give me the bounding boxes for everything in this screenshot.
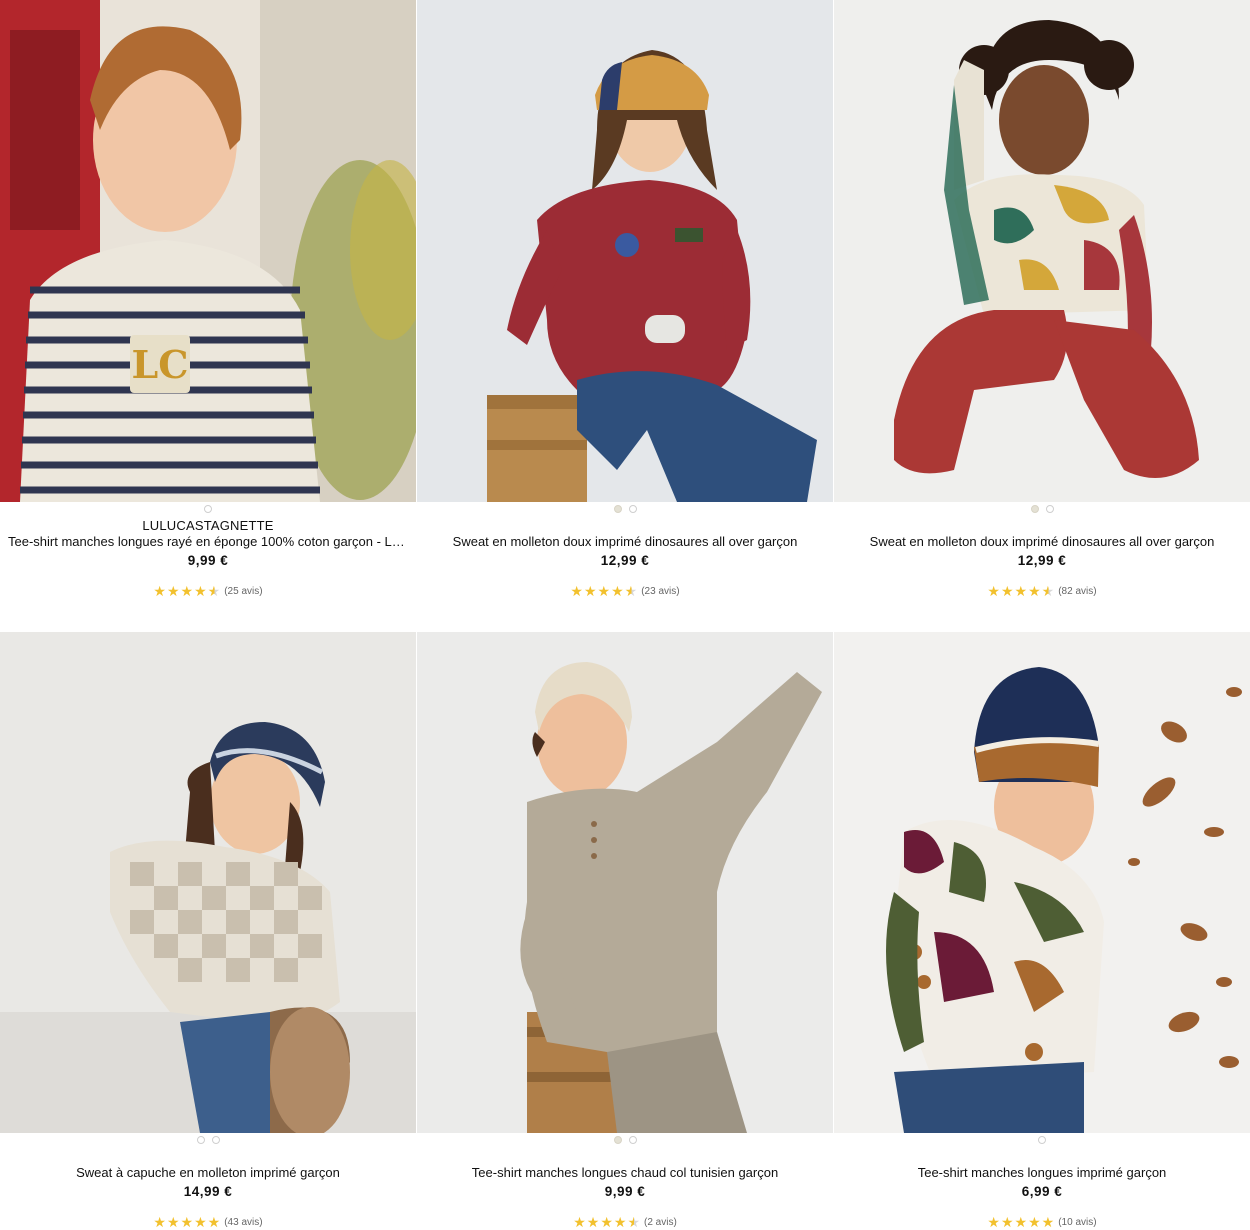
star-icon: ★: [166, 583, 180, 599]
product-price: 12,99 €: [600, 553, 650, 568]
image-carousel-dots[interactable]: [417, 505, 833, 513]
product-image[interactable]: [417, 0, 833, 502]
product-price: 14,99 €: [183, 1184, 233, 1199]
product-rating: ★ ★ ★ ★ ★ (25 avis): [0, 584, 416, 598]
product-title[interactable]: Tee-shirt manches longues chaud col tuni…: [425, 1165, 825, 1180]
star-icon: ★: [611, 583, 624, 599]
star-icon: ★: [987, 583, 1000, 599]
review-count[interactable]: (2 avis): [644, 1217, 677, 1228]
product-card[interactable]: Tee-shirt manches longues chaud col tuni…: [417, 632, 833, 1230]
product-card[interactable]: Sweat en molleton doux imprimé dinosaure…: [834, 0, 1250, 631]
half-star-icon: ★: [207, 583, 221, 599]
carousel-dot[interactable]: [628, 1136, 637, 1144]
star-icon: ★: [1014, 583, 1028, 599]
rating-stars: ★ ★ ★ ★ ★: [987, 1215, 1054, 1229]
star-icon: ★: [987, 1214, 1000, 1230]
carousel-dot[interactable]: [628, 505, 637, 513]
star-icon: ★: [1000, 583, 1014, 599]
product-card[interactable]: Sweat en molleton doux imprimé dinosaure…: [417, 0, 833, 631]
star-icon: ★: [573, 1214, 586, 1230]
review-count[interactable]: (25 avis): [224, 586, 262, 597]
rating-stars: ★ ★ ★ ★ ★: [573, 1215, 640, 1229]
star-icon: ★: [1028, 583, 1041, 599]
product-image[interactable]: [417, 632, 833, 1133]
product-rating: ★ ★ ★ ★ ★ (10 avis): [834, 1215, 1250, 1229]
review-count[interactable]: (43 avis): [224, 1217, 262, 1228]
carousel-dot[interactable]: [204, 505, 212, 513]
svg-text:LC: LC: [132, 342, 189, 387]
product-card[interactable]: Tee-shirt manches longues imprimé garçon…: [834, 632, 1250, 1230]
product-rating: ★ ★ ★ ★ ★ (82 avis): [834, 584, 1250, 598]
star-icon: ★: [583, 583, 597, 599]
star-icon: ★: [570, 583, 583, 599]
product-rating: ★ ★ ★ ★ ★ (2 avis): [417, 1215, 833, 1229]
image-carousel-dots[interactable]: [417, 1136, 833, 1144]
rating-stars: ★ ★ ★ ★ ★: [570, 584, 637, 598]
carousel-dot[interactable]: [1030, 505, 1039, 513]
product-price: 6,99 €: [1021, 1184, 1063, 1199]
product-grid: LC LULUCASTAGNETTE Tee-shirt manches lon…: [0, 0, 1250, 1230]
star-icon: ★: [613, 1214, 627, 1230]
star-icon: ★: [1000, 1214, 1014, 1230]
product-image[interactable]: [834, 632, 1250, 1133]
product-title[interactable]: Sweat en molleton doux imprimé dinosaure…: [842, 534, 1242, 549]
star-icon: ★: [194, 1214, 207, 1230]
star-icon: ★: [153, 583, 166, 599]
product-card[interactable]: Sweat à capuche en molleton imprimé garç…: [0, 632, 416, 1230]
star-icon: ★: [600, 1214, 613, 1230]
star-icon: ★: [153, 1214, 166, 1230]
product-rating: ★ ★ ★ ★ ★ (23 avis): [417, 584, 833, 598]
star-icon: ★: [194, 583, 207, 599]
rating-stars: ★ ★ ★ ★ ★: [987, 584, 1054, 598]
product-title[interactable]: Sweat en molleton doux imprimé dinosaure…: [425, 534, 825, 549]
carousel-dot[interactable]: [1038, 1136, 1046, 1144]
product-rating: ★ ★ ★ ★ ★ (43 avis): [0, 1215, 416, 1229]
star-icon: ★: [586, 1214, 600, 1230]
review-count[interactable]: (82 avis): [1058, 586, 1096, 597]
carousel-dot[interactable]: [613, 1136, 622, 1144]
star-icon: ★: [180, 1214, 194, 1230]
product-title[interactable]: Sweat à capuche en molleton imprimé garç…: [8, 1165, 408, 1180]
review-count[interactable]: (10 avis): [1058, 1217, 1096, 1228]
review-count[interactable]: (23 avis): [641, 586, 679, 597]
rating-stars: ★ ★ ★ ★ ★: [153, 1215, 220, 1229]
product-price: 9,99 €: [187, 553, 229, 568]
carousel-dot[interactable]: [613, 505, 622, 513]
carousel-dot[interactable]: [1045, 505, 1054, 513]
star-icon: ★: [180, 583, 194, 599]
carousel-dot[interactable]: [196, 1136, 205, 1144]
product-card[interactable]: LC LULUCASTAGNETTE Tee-shirt manches lon…: [0, 0, 416, 631]
image-carousel-dots[interactable]: [0, 505, 416, 513]
star-icon: ★: [1014, 1214, 1028, 1230]
star-icon: ★: [1041, 1214, 1055, 1230]
carousel-dot[interactable]: [211, 1136, 220, 1144]
product-title[interactable]: Tee-shirt manches longues imprimé garçon: [842, 1165, 1242, 1180]
half-star-icon: ★: [1041, 583, 1055, 599]
product-price: 12,99 €: [1017, 553, 1067, 568]
image-carousel-dots[interactable]: [834, 1136, 1250, 1144]
rating-stars: ★ ★ ★ ★ ★: [153, 584, 220, 598]
product-image[interactable]: [0, 632, 416, 1133]
product-brand: LULUCASTAGNETTE: [142, 518, 274, 533]
half-star-icon: ★: [627, 1214, 640, 1230]
star-icon: ★: [166, 1214, 180, 1230]
image-carousel-dots[interactable]: [834, 505, 1250, 513]
star-icon: ★: [207, 1214, 221, 1230]
image-carousel-dots[interactable]: [0, 1136, 416, 1144]
product-price: 9,99 €: [604, 1184, 646, 1199]
product-title[interactable]: Tee-shirt manches longues rayé en éponge…: [8, 534, 408, 549]
product-image[interactable]: LC: [0, 0, 416, 502]
star-icon: ★: [597, 583, 611, 599]
half-star-icon: ★: [624, 583, 638, 599]
product-image[interactable]: [834, 0, 1250, 502]
star-icon: ★: [1028, 1214, 1041, 1230]
